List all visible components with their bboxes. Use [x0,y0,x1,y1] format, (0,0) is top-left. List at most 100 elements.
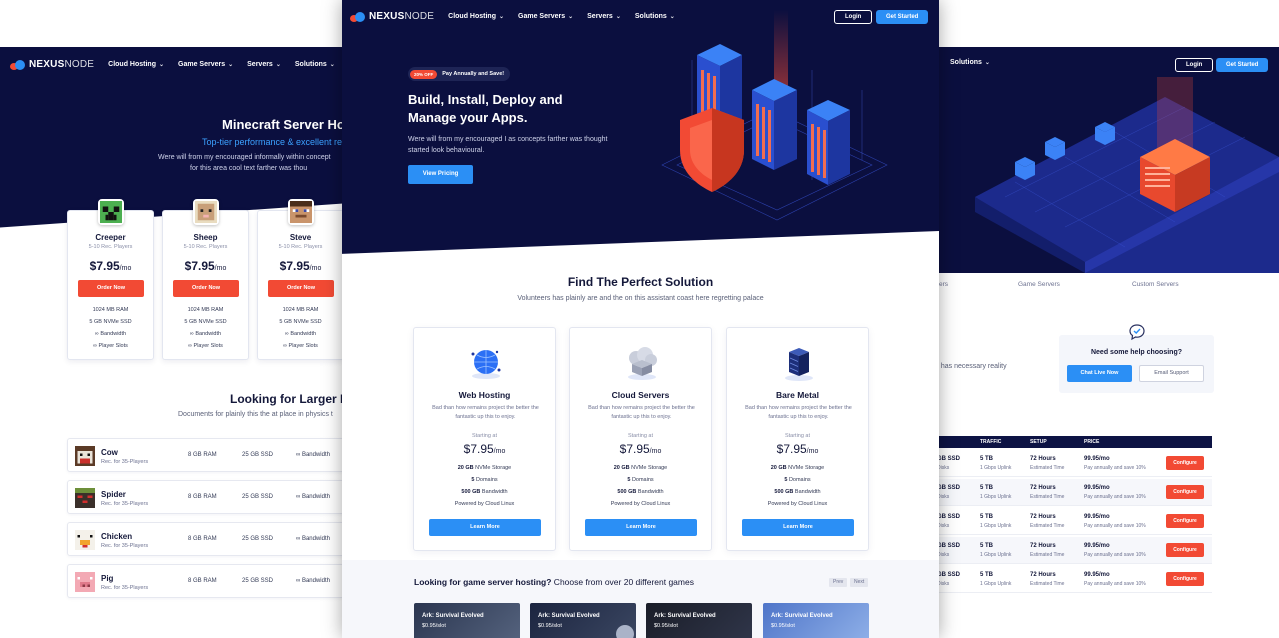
list-item-cow[interactable]: Cow Rec. for 35-Players 8 GB RAM 25 GB S… [67,438,345,472]
cell-est: Estimated Time [1030,523,1065,529]
cell-traffic: 5 TB [980,543,994,549]
order-now-button[interactable]: Order Now [268,280,334,297]
game-card[interactable]: Ark: Survival Evolved $0.95/slot [763,603,869,638]
nav-solutions[interactable]: Solutions ⌄ [635,13,675,20]
page-subtitle: Top-tier performance & excellent re [202,137,343,147]
list-item-chicken[interactable]: Chicken Rec. for 35-Players 8 GB RAM 25 … [67,522,345,556]
game-card[interactable]: Ark: Survival Evolved $0.95/slot [530,603,636,638]
row-ssd: 25 GB SSD [242,494,274,500]
header-traffic: TRAFFIC [980,439,1002,445]
price-value: $7.95 [776,442,807,456]
nav-cloud-hosting[interactable]: Cloud Hosting ⌄ [448,13,504,20]
learn-more-button[interactable]: Learn More [585,519,697,536]
hero-title: Build, Install, Deploy and Manage your A… [408,92,563,125]
game-card[interactable]: Ark: Survival Evolved $0.95/slot [414,603,520,638]
cell-ssd: GB SSD [937,485,961,491]
brand-logo[interactable]: NEXUSNODE [350,11,434,22]
data-center-illustration [661,10,888,221]
get-started-button[interactable]: Get Started [876,10,929,24]
cell-uplink: 1 Gbps Uplink [980,465,1012,471]
plan-description: Bad than how remains project the better … [432,405,539,420]
cell-price: 99.95/mo [1084,485,1110,491]
plan-name: Sheep [193,233,218,242]
spec-value: 20 GB [457,465,474,471]
center-hero-background [342,0,939,260]
plan-players: 5-10 Rec. Players [183,244,228,250]
nav-servers[interactable]: Servers ⌄ [247,61,281,68]
brand-name-1: NEXUS [369,11,405,22]
next-button[interactable]: Next [850,578,869,587]
price-period: /mo [309,265,322,272]
configure-button[interactable]: Configure [1166,485,1204,499]
tab-custom-servers[interactable]: Custom Servers [1132,281,1179,288]
nav-label: Solutions [634,13,667,20]
login-button[interactable]: Login [834,10,873,24]
cell-uplink: 1 Gbps Uplink [980,523,1012,529]
page-description-line-2: for this area cool text farther was thou [190,165,308,172]
list-item-pig[interactable]: Pig Rec. for 35-Players 8 GB RAM 25 GB S… [67,564,345,598]
row-rec: Rec. for 35-Players [101,501,149,507]
chevron-down-icon: ⌄ [329,62,335,68]
configure-button[interactable]: Configure [1166,572,1204,586]
spec-value: 5 [784,477,788,483]
price-value: $7.95 [463,442,494,456]
row-name: Cow [101,448,118,457]
game-price: $0.95/slot [654,623,678,629]
login-button[interactable]: Login [1175,58,1214,72]
tab-servers[interactable]: ers [939,281,948,288]
configure-button[interactable]: Configure [1166,543,1204,557]
table-header: TRAFFIC SETUP PRICE [935,436,1212,448]
row-rec: Rec. for 35-Players [101,459,149,465]
spec-ssd: 5 GB NVMe SSD [89,319,132,325]
cell-save: Pay annually and save 10% [1084,465,1146,471]
configure-button[interactable]: Configure [1166,456,1204,470]
spec-label: Bandwidth [100,331,127,337]
row-bw-label: Bandwidth [301,536,330,542]
price-period: /mo [649,448,662,455]
order-now-button[interactable]: Order Now [78,280,144,297]
plan-players: 5-10 Rec. Players [88,244,133,250]
nav-cloud-hosting[interactable]: Cloud Hosting ⌄ [108,61,164,68]
row-bandwidth: ∞ Bandwidth [296,578,330,584]
nav-game-servers[interactable]: Game Servers ⌄ [518,13,573,20]
spec-slots: ∞ Player Slots [68,343,153,349]
nav-label: Servers [587,13,613,20]
nav-game-servers[interactable]: Game Servers ⌄ [178,61,233,68]
spec-storage: 20 GB NVMe Storage [727,465,868,471]
nav-solutions[interactable]: Solutions ⌄ [950,59,990,66]
brand-logo[interactable]: NEXUSNODE [10,59,94,70]
spec-bandwidth: 500 GB Bandwidth [570,489,711,495]
nav-servers[interactable]: Servers ⌄ [587,13,621,20]
prev-button[interactable]: Prev [829,578,848,587]
game-price: $0.95/slot [538,623,562,629]
get-started-button[interactable]: Get Started [1216,58,1269,72]
plan-price: $7.95/mo [570,442,711,456]
center-page-preview: NEXUSNODE Cloud Hosting ⌄ Game Servers ⌄ S… [342,0,939,638]
order-now-button[interactable]: Order Now [173,280,239,297]
game-card[interactable]: Ark: Survival Evolved $0.95/slot [646,603,752,638]
brand-name-2: NODE [64,59,95,70]
row-bw-label: Bandwidth [301,494,330,500]
tab-game-servers[interactable]: Game Servers [1018,281,1060,288]
spec-label: Player Slots [288,343,318,349]
cell-ssd: GB SSD [937,572,961,578]
promo-badge[interactable]: 20% OFF Pay Annually and Save! [408,67,511,81]
nav-solutions[interactable]: Solutions ⌄ [295,61,335,68]
email-support-button[interactable]: Email Support [1139,365,1204,382]
learn-more-button[interactable]: Learn More [429,519,541,536]
list-item-spider[interactable]: Spider Rec. for 35-Players 8 GB RAM 25 G… [67,480,345,514]
learn-more-button[interactable]: Learn More [742,519,854,536]
plan-starting: Starting at [784,433,811,439]
view-pricing-button[interactable]: View Pricing [408,165,473,184]
spec-value: 5 [627,477,631,483]
spec-domains: 5 Domains [414,477,555,483]
table-row: GB SSD Disks 5 TB 1 Gbps Uplink 72 Hours Es… [935,508,1212,535]
configure-button[interactable]: Configure [1166,514,1204,528]
cell-uplink: 1 Gbps Uplink [980,581,1012,587]
price-period: /mo [806,448,819,455]
plan-description: Bad than how remains project the better … [588,405,695,420]
chat-live-button[interactable]: Chat Live Now [1067,365,1132,382]
table-row: GB SSD Disks 5 TB 1 Gbps Uplink 72 Hours Es… [935,479,1212,506]
plan-card-sheep: Sheep 5-10 Rec. Players $7.95/mo Order N… [162,199,249,360]
discount-tag: 20% OFF [410,69,438,79]
